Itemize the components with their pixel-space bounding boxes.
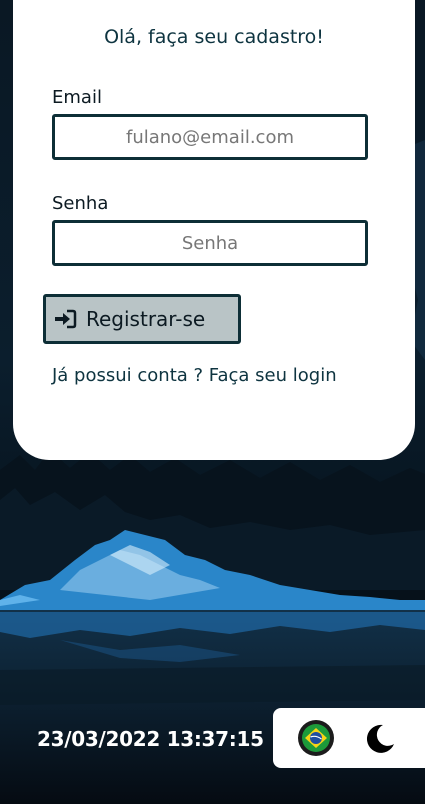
signup-card: Olá, faça seu cadastro! Email Senha Regi… — [13, 0, 415, 460]
password-label: Senha — [52, 193, 109, 214]
password-field[interactable] — [52, 220, 368, 266]
brazil-flag-icon — [302, 724, 330, 752]
page-title: Olá, faça seu cadastro! — [104, 26, 324, 48]
theme-toggle-button[interactable] — [363, 722, 397, 756]
language-button[interactable] — [298, 720, 334, 756]
settings-panel — [273, 708, 425, 768]
moon-icon — [366, 724, 394, 753]
datetime-display: 23/03/2022 13:37:15 — [37, 727, 264, 751]
email-field[interactable] — [52, 114, 368, 160]
register-button[interactable]: Registrar-se — [43, 294, 241, 344]
email-label: Email — [52, 87, 102, 108]
register-button-label: Registrar-se — [86, 307, 206, 331]
login-link[interactable]: Já possui conta ? Faça seu login — [52, 365, 337, 386]
sign-in-icon — [52, 308, 78, 330]
